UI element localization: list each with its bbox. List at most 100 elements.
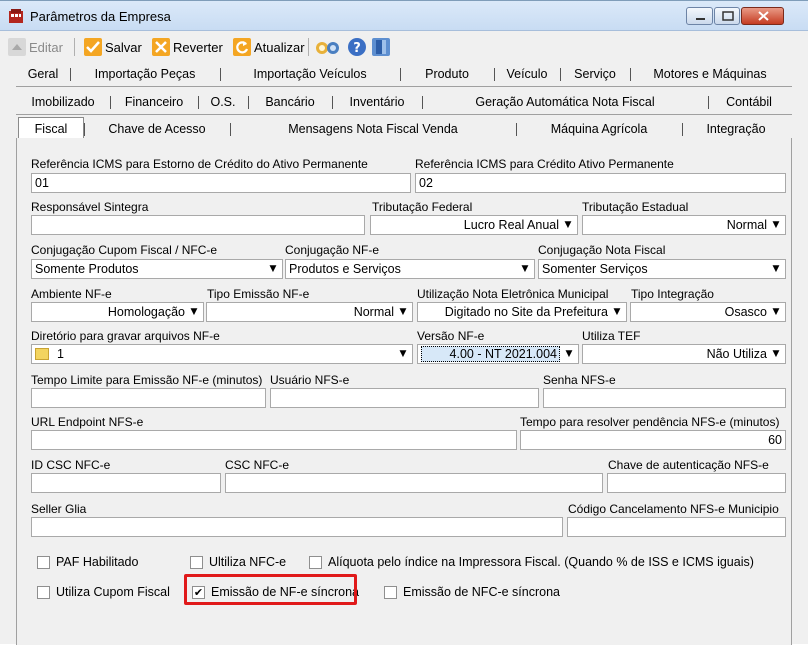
close-button[interactable]	[741, 7, 784, 25]
utiliza-nfce-checkbox[interactable]: Ultiliza NFC-e	[190, 555, 286, 569]
tab-motores-maquinas[interactable]: Motores e Máquinas	[630, 64, 790, 85]
atualizar-button[interactable]: Atualizar	[233, 36, 305, 58]
util-nota-label: Utilização Nota Eletrônica Municipal	[417, 287, 609, 301]
paf-checkbox[interactable]: PAF Habilitado	[37, 555, 138, 569]
url-endpoint-input[interactable]	[31, 430, 517, 450]
tipo-integracao-label: Tipo Integração	[631, 287, 714, 301]
minimize-button[interactable]	[686, 7, 713, 25]
chevron-down-icon: ▼	[190, 307, 198, 317]
tipo-integracao-value: Osasco	[724, 305, 767, 319]
atualizar-label: Atualizar	[254, 39, 305, 55]
tab-row-3: Fiscal Chave de Acesso Mensagens Nota Fi…	[16, 117, 790, 140]
exit-button[interactable]	[372, 36, 393, 58]
tab-contabil[interactable]: Contábil	[708, 92, 790, 113]
util-nota-select[interactable]: Digitado no Site da Prefeitura ▼	[417, 302, 627, 322]
chave-auth-input[interactable]	[607, 473, 786, 493]
maximize-button[interactable]	[714, 7, 740, 25]
utiliza-tef-label: Utiliza TEF	[582, 329, 641, 343]
check-icon	[84, 38, 102, 56]
tempo-limite-input[interactable]	[31, 388, 266, 408]
trib-federal-select[interactable]: Lucro Real Anual ▼	[370, 215, 578, 235]
tab-importacao-veiculos[interactable]: Importação Veículos	[220, 64, 400, 85]
tab-integracao[interactable]: Integração	[682, 119, 790, 140]
aliquota-checkbox[interactable]: Alíquota pelo índice na Impressora Fisca…	[309, 555, 754, 569]
tab-mensagens-nf-venda[interactable]: Mensagens Nota Fiscal Venda	[230, 119, 516, 140]
reverter-button[interactable]: Reverter	[152, 36, 223, 58]
cod-cancel-input[interactable]	[567, 517, 786, 537]
help-icon: ?	[348, 38, 366, 56]
editar-icon	[8, 38, 26, 56]
trib-estadual-value: Normal	[726, 218, 767, 232]
tab-financeiro[interactable]: Financeiro	[110, 92, 198, 113]
conj-nfe-select[interactable]: Produtos e Serviços ▼	[285, 259, 535, 279]
checkbox-box	[37, 555, 50, 569]
minimize-icon	[687, 8, 712, 24]
tab-geral[interactable]: Geral	[16, 64, 70, 85]
versao-select[interactable]: 4.00 - NT 2021.004 ▼	[417, 344, 579, 364]
chave-auth-label: Chave de autenticação NFS-e	[608, 458, 769, 472]
title-bar[interactable]: Parâmetros da Empresa	[0, 1, 808, 31]
tempo-resolver-input[interactable]: 60	[520, 430, 786, 450]
conj-cupom-select[interactable]: Somente Produtos ▼	[31, 259, 283, 279]
seller-input[interactable]	[31, 517, 563, 537]
tab-geracao-automatica[interactable]: Geração Automática Nota Fiscal	[422, 92, 708, 113]
tab-os[interactable]: O.S.	[198, 92, 248, 113]
senha-nfse-input[interactable]	[543, 388, 786, 408]
cupom-fiscal-checkbox[interactable]: Utiliza Cupom Fiscal	[37, 585, 170, 599]
trib-estadual-select[interactable]: Normal ▼	[582, 215, 786, 235]
tipo-integracao-select[interactable]: Osasco ▼	[630, 302, 786, 322]
ambiente-label: Ambiente NF-e	[31, 287, 112, 301]
salvar-label: Salvar	[105, 39, 142, 55]
close-icon	[742, 8, 783, 24]
tab-row-1: Geral Importação Peças Importação Veícul…	[16, 64, 788, 85]
nfce-sincrona-label: Emissão de NFC-e síncrona	[403, 585, 561, 599]
responsavel-input[interactable]	[31, 215, 365, 235]
seller-label: Seller Glia	[31, 502, 87, 516]
trib-federal-value: Lucro Real Anual	[463, 218, 559, 232]
tipo-emissao-select[interactable]: Normal ▼	[206, 302, 413, 322]
tab-fiscal[interactable]: Fiscal	[18, 117, 84, 140]
paf-label: PAF Habilitado	[56, 555, 139, 569]
toolbar: Editar Salvar Reverter Atualizar ?	[8, 34, 798, 60]
search-users-button[interactable]	[314, 36, 345, 58]
chevron-down-icon: ▼	[772, 349, 780, 359]
help-button[interactable]: ?	[348, 36, 369, 58]
usuario-nfse-input[interactable]	[270, 388, 539, 408]
toolbar-separator	[308, 38, 309, 56]
tab-importacao-pecas[interactable]: Importação Peças	[70, 64, 220, 85]
tab-chave-acesso[interactable]: Chave de Acesso	[84, 119, 230, 140]
toolbar-separator	[74, 38, 75, 56]
conj-nota-select[interactable]: Somenter Serviços ▼	[538, 259, 786, 279]
csc-input[interactable]	[225, 473, 603, 493]
conj-nfe-label: Conjugação NF-e	[285, 243, 380, 257]
conj-nfe-value: Produtos e Serviços	[289, 262, 401, 276]
tab-imobilizado[interactable]: Imobilizado	[16, 92, 110, 113]
csc-label: CSC NFC-e	[225, 458, 290, 472]
ref-icms-estorno-input[interactable]: 01	[31, 173, 411, 193]
tab-bancario[interactable]: Bancário	[248, 92, 332, 113]
util-nota-value: Digitado no Site da Prefeitura	[444, 305, 608, 319]
tab-maquina-agricola[interactable]: Máquina Agrícola	[516, 119, 682, 140]
tab-veiculo[interactable]: Veículo	[494, 64, 560, 85]
tab-servico[interactable]: Serviço	[560, 64, 630, 85]
tab-divider	[16, 86, 792, 87]
ref-icms-credito-input[interactable]: 02	[415, 173, 786, 193]
reverter-label: Reverter	[173, 39, 223, 55]
binoculars-icon	[314, 38, 342, 56]
id-csc-input[interactable]	[31, 473, 221, 493]
chevron-down-icon: ▼	[399, 349, 407, 359]
diretorio-select[interactable]: 1 ▼	[31, 344, 413, 364]
utiliza-tef-select[interactable]: Não Utiliza ▼	[582, 344, 786, 364]
nfce-sincrona-checkbox[interactable]: Emissão de NFC-e síncrona	[384, 585, 560, 599]
checkbox-box	[190, 555, 203, 569]
tab-row-2: Imobilizado Financeiro O.S. Bancário Inv…	[16, 92, 788, 113]
ambiente-select[interactable]: Homologação ▼	[31, 302, 204, 322]
salvar-button[interactable]: Salvar	[84, 36, 142, 58]
chevron-down-icon: ▼	[772, 307, 780, 317]
tab-inventario[interactable]: Inventário	[332, 92, 422, 113]
checkbox-box	[384, 585, 397, 599]
tab-produto[interactable]: Produto	[400, 64, 494, 85]
editar-button[interactable]: Editar	[8, 36, 63, 58]
chevron-down-icon: ▼	[269, 264, 277, 274]
conj-nota-label: Conjugação Nota Fiscal	[538, 243, 666, 257]
